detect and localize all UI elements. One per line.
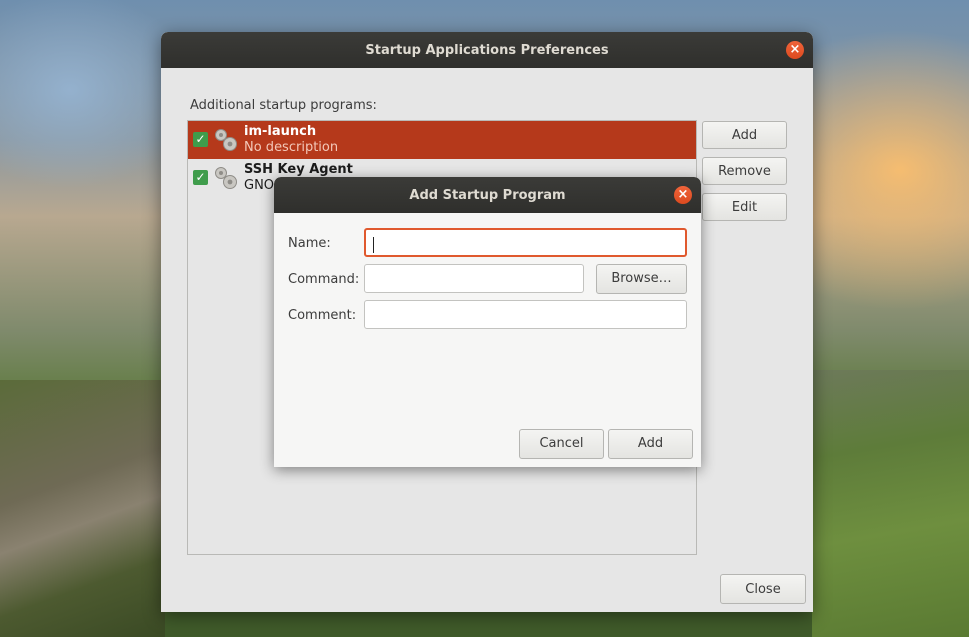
program-description: GNO xyxy=(244,178,275,193)
wallpaper-hill xyxy=(812,370,969,637)
program-description: No description xyxy=(244,140,339,155)
enabled-checkbox[interactable]: ✓ xyxy=(193,132,208,147)
text-caret xyxy=(373,237,374,253)
edit-button[interactable]: Edit xyxy=(702,193,787,221)
main-titlebar[interactable]: Startup Applications Preferences × xyxy=(161,32,813,68)
program-name: im-launch xyxy=(244,124,317,139)
programs-section-label: Additional startup programs: xyxy=(190,98,377,113)
name-label: Name: xyxy=(288,236,331,251)
dialog-titlebar[interactable]: Add Startup Program × xyxy=(274,177,701,213)
add-startup-program-dialog: Add Startup Program × Name: Command: Bro… xyxy=(274,177,701,467)
close-icon[interactable]: × xyxy=(786,41,804,59)
program-row-im-launch[interactable]: ✓ im-launch No description xyxy=(188,121,696,159)
program-name: SSH Key Agent xyxy=(244,162,353,177)
gear-icon xyxy=(215,129,237,151)
dialog-add-button[interactable]: Add xyxy=(608,429,693,459)
close-button[interactable]: Close xyxy=(720,574,806,604)
enabled-checkbox[interactable]: ✓ xyxy=(193,170,208,185)
gear-icon xyxy=(215,167,237,189)
window-title: Startup Applications Preferences xyxy=(365,42,609,58)
cancel-button[interactable]: Cancel xyxy=(519,429,604,459)
comment-label: Comment: xyxy=(288,308,357,323)
dialog-title: Add Startup Program xyxy=(409,187,566,203)
name-input[interactable] xyxy=(364,228,687,257)
browse-button[interactable]: Browse… xyxy=(596,264,687,294)
command-label: Command: xyxy=(288,272,360,287)
command-input[interactable] xyxy=(364,264,584,293)
close-icon[interactable]: × xyxy=(674,186,692,204)
add-button[interactable]: Add xyxy=(702,121,787,149)
remove-button[interactable]: Remove xyxy=(702,157,787,185)
comment-input[interactable] xyxy=(364,300,687,329)
wallpaper-cliff xyxy=(0,380,165,637)
